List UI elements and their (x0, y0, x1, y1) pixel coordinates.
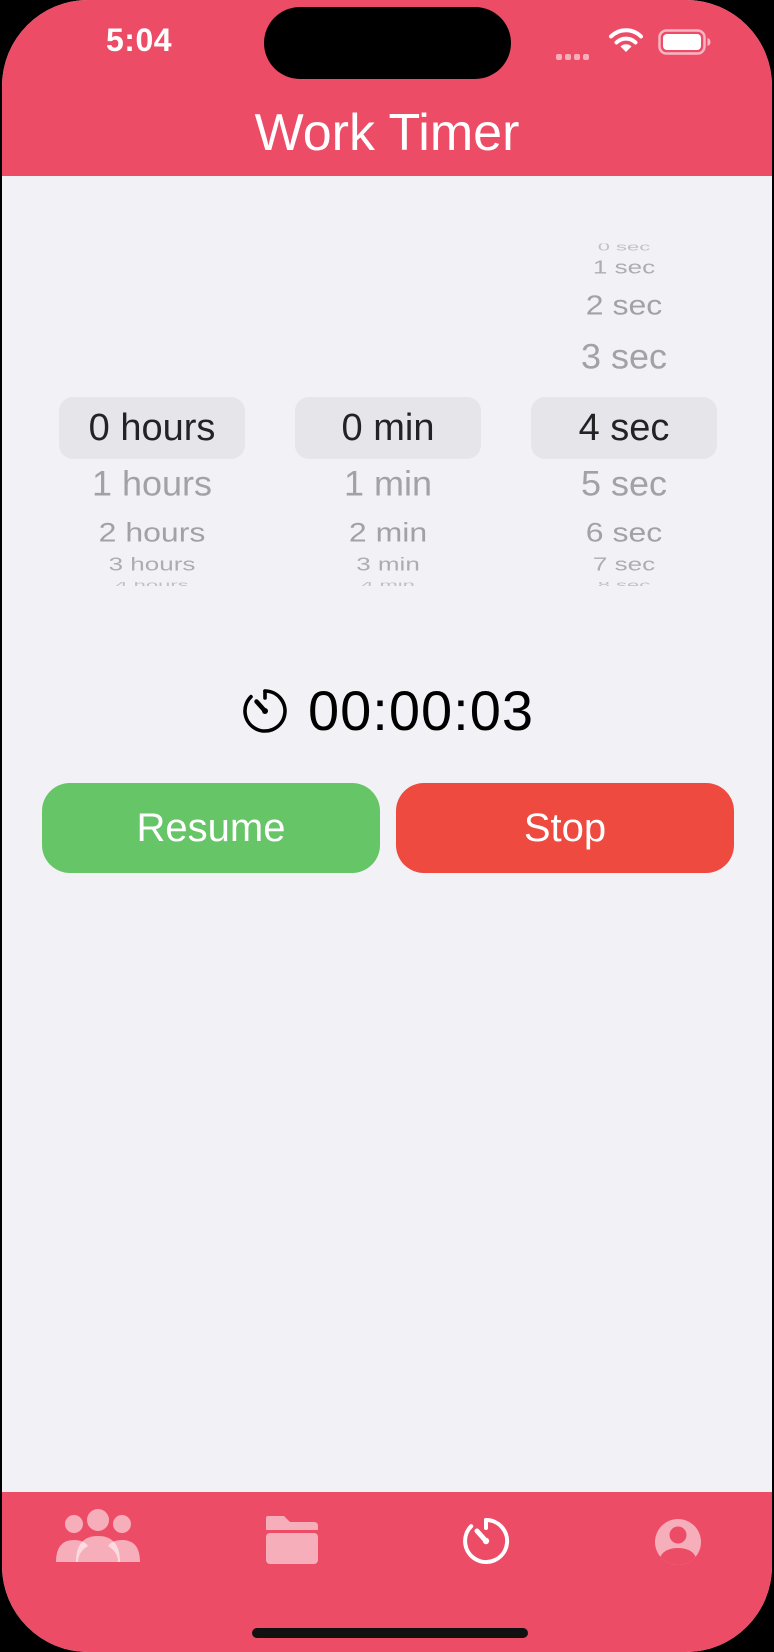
profile-icon (655, 1519, 701, 1565)
cellular-signal-icon (556, 47, 596, 60)
tab-timer[interactable] (436, 1506, 536, 1578)
picker-item[interactable]: 4 min (295, 582, 481, 586)
tab-people[interactable] (48, 1506, 148, 1578)
minutes-picker[interactable]: 0 min 1 min 2 min 3 min 4 min (295, 240, 481, 600)
countdown-display: 00:00:03 (242, 676, 562, 746)
picker-item-selected[interactable]: 4 sec (531, 402, 717, 454)
picker-item[interactable]: 7 sec (531, 556, 717, 571)
picker-item[interactable]: 3 hours (59, 556, 245, 571)
picker-item[interactable]: 3 min (295, 556, 481, 571)
picker-item[interactable]: 1 hours (59, 462, 245, 507)
page-title: Work Timer (254, 104, 520, 162)
status-bar-time: 5:04 (106, 22, 173, 58)
picker-item[interactable]: 5 sec (531, 462, 717, 507)
tab-profile[interactable] (628, 1506, 728, 1578)
picker-item[interactable]: 3 sec (531, 335, 717, 380)
timer-icon (463, 1517, 510, 1564)
picker-item[interactable]: 2 sec (531, 287, 717, 322)
navigation-bar: 5:04 Work Timer (2, 0, 772, 176)
people-icon (56, 1509, 140, 1562)
battery-icon (658, 28, 712, 56)
dynamic-island (264, 7, 511, 79)
picker-item-selected[interactable]: 0 min (295, 402, 481, 454)
wifi-icon (608, 26, 644, 54)
home-indicator (252, 1628, 528, 1638)
folder-icon (266, 1516, 318, 1564)
picker-item[interactable]: 2 hours (59, 517, 245, 548)
resume-button[interactable]: Resume (42, 783, 380, 873)
phone-frame: 5:04 Work Timer 0 hours 1 hours 2 hours … (0, 0, 774, 1652)
picker-item[interactable]: 2 min (295, 517, 481, 548)
stop-button[interactable]: Stop (396, 783, 734, 873)
picker-item[interactable]: 8 sec (531, 582, 717, 586)
timer-icon (242, 688, 288, 734)
picker-item[interactable]: 1 sec (531, 258, 717, 276)
hours-picker[interactable]: 0 hours 1 hours 2 hours 3 hours 4 hours (59, 240, 245, 600)
picker-item[interactable]: 1 min (295, 462, 481, 507)
seconds-picker[interactable]: 0 sec 1 sec 2 sec 3 sec 4 sec 5 sec 6 se… (531, 240, 717, 600)
tab-folder[interactable] (242, 1506, 342, 1578)
picker-item[interactable]: 4 hours (59, 582, 245, 586)
countdown-value: 00:00:03 (308, 679, 534, 742)
app-screen: 5:04 Work Timer 0 hours 1 hours 2 hours … (2, 0, 772, 1652)
picker-item[interactable]: 0 sec (531, 244, 717, 251)
picker-item[interactable]: 6 sec (531, 517, 717, 548)
picker-item-selected[interactable]: 0 hours (59, 402, 245, 454)
